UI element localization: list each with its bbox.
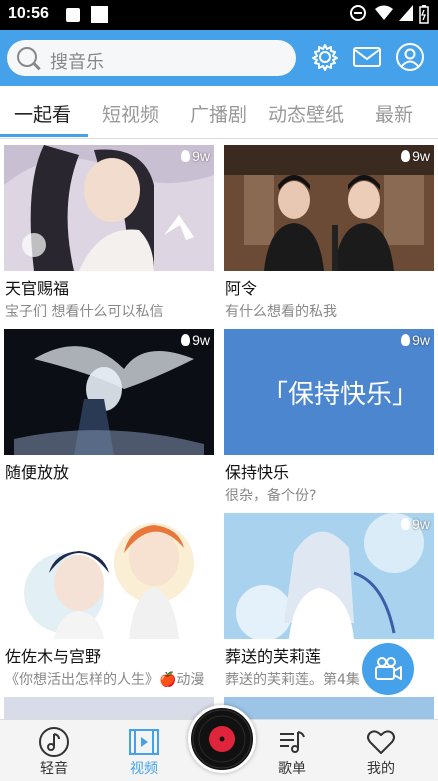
- video-thumbnail: 「保持快乐」 9w: [224, 329, 434, 455]
- tab-live-wallpaper[interactable]: 动态壁纸: [268, 100, 344, 127]
- video-thumbnail: 9w: [4, 329, 214, 455]
- now-playing-disc[interactable]: [188, 705, 256, 773]
- view-count: 9w: [401, 332, 430, 348]
- user-icon[interactable]: [395, 42, 425, 72]
- video-thumbnail: 9w: [224, 145, 434, 271]
- flame-icon: [181, 150, 191, 162]
- nav-label: 视频: [130, 761, 158, 777]
- view-count: 9w: [401, 516, 430, 532]
- nav-mine[interactable]: 我的: [351, 726, 411, 778]
- status-time: 10:56: [8, 5, 49, 22]
- search-placeholder: 搜音乐: [50, 52, 104, 73]
- nav-label: 轻音: [40, 761, 68, 777]
- video-title: 葬送的芙莉莲: [225, 647, 322, 666]
- nav-light-music[interactable]: 轻音: [24, 726, 84, 778]
- video-title: 保持快乐: [225, 463, 290, 482]
- top-bar: 搜音乐: [0, 30, 438, 86]
- notification-icon: [66, 8, 80, 22]
- video-subtitle: 有什么想看的私我: [225, 304, 337, 320]
- flame-icon: [181, 334, 191, 346]
- video-icon: [129, 729, 159, 755]
- search-icon: [17, 47, 37, 67]
- gear-icon[interactable]: [310, 42, 340, 72]
- video-thumbnail-partial[interactable]: [4, 697, 214, 719]
- video-subtitle: 很杂，备个份?: [225, 488, 317, 504]
- tab-watch-together[interactable]: 一起看: [14, 100, 71, 127]
- video-title: 阿令: [225, 279, 258, 298]
- mail-icon[interactable]: [352, 42, 382, 72]
- category-tabs: 一起看 短视频 广播剧 动态壁纸 最新: [0, 86, 438, 139]
- vinyl-record-icon: [192, 709, 252, 769]
- video-subtitle: 《你想活出怎样的人生》🍎动漫: [5, 672, 205, 688]
- tab-indicator: [0, 134, 88, 137]
- video-camera-button[interactable]: [362, 643, 414, 695]
- signal-icon: [399, 5, 413, 21]
- do-not-disturb-icon: [350, 5, 366, 21]
- playlist-icon: [280, 731, 305, 753]
- status-bar: 10:56: [0, 0, 438, 30]
- battery-icon: [419, 5, 429, 24]
- nav-label: 歌单: [278, 761, 306, 777]
- video-thumbnail: 9w: [224, 513, 434, 639]
- video-title: 佐佐木与宫野: [5, 647, 102, 666]
- flame-icon: [401, 518, 411, 530]
- view-count: 9w: [181, 332, 210, 348]
- wifi-icon: [375, 5, 393, 20]
- thumbnail-caption: 「保持快乐」: [262, 380, 419, 410]
- search-input[interactable]: 搜音乐: [7, 40, 296, 76]
- view-count: 9w: [181, 148, 210, 164]
- tab-short-video[interactable]: 短视频: [102, 100, 159, 127]
- nav-video[interactable]: 视频: [114, 726, 174, 778]
- nav-label: 我的: [367, 761, 395, 777]
- video-thumbnail: [4, 513, 214, 639]
- view-count: 9w: [401, 148, 430, 164]
- tab-radio-drama[interactable]: 广播剧: [190, 100, 247, 127]
- video-thumbnail: 9w: [4, 145, 214, 271]
- video-title: 天官赐福: [5, 279, 70, 298]
- nav-playlist[interactable]: 歌单: [262, 726, 322, 778]
- video-thumbnail-partial[interactable]: [224, 697, 434, 719]
- video-title: 随便放放: [5, 463, 70, 482]
- video-camera-icon: [375, 657, 402, 680]
- heart-icon: [367, 730, 395, 754]
- notification-square-icon: [91, 6, 108, 23]
- tab-latest[interactable]: 最新: [375, 100, 413, 127]
- video-subtitle: 宝子们 想看什么可以私信: [5, 304, 164, 320]
- music-note-icon: [39, 727, 69, 757]
- flame-icon: [401, 150, 411, 162]
- flame-icon: [401, 334, 411, 346]
